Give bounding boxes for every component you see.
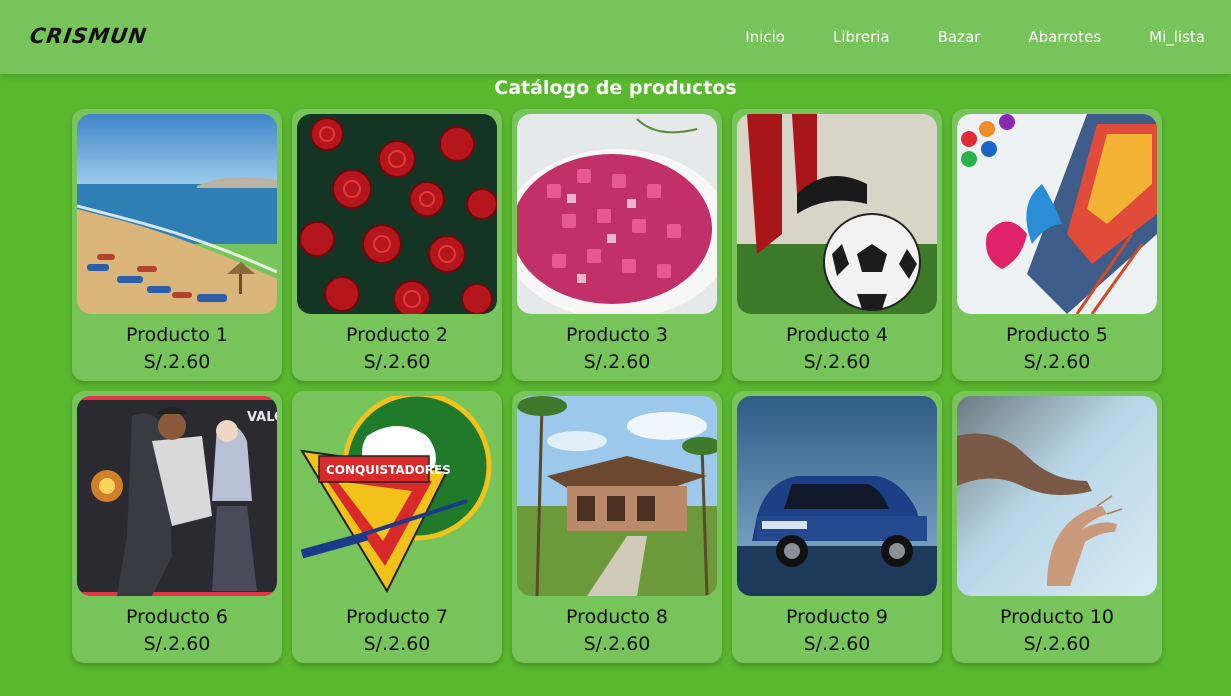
product-price: S/.2.60 — [143, 633, 211, 655]
product-name: Producto 7 — [346, 606, 448, 628]
nav-link-bazar[interactable]: Bazar — [938, 28, 981, 46]
product-card[interactable]: CONQUISTADORES Producto 7 S/.2.60 — [292, 391, 502, 663]
product-card[interactable]: Producto 1 S/.2.60 — [72, 109, 282, 381]
svg-text:CONQUISTADORES: CONQUISTADORES — [326, 463, 451, 477]
product-price: S/.2.60 — [1023, 633, 1091, 655]
nav-links: Inicio Libreria Bazar Abarrotes Mi_lista — [697, 28, 1205, 46]
product-image-beach[interactable] — [77, 114, 277, 314]
product-name: Producto 5 — [1006, 324, 1108, 346]
product-price: S/.2.60 — [143, 351, 211, 373]
product-name: Producto 3 — [566, 324, 668, 346]
product-name: Producto 4 — [786, 324, 888, 346]
svg-text:VALO: VALO — [247, 410, 277, 425]
product-price: S/.2.60 — [363, 351, 431, 373]
product-price: S/.2.60 — [803, 351, 871, 373]
product-name: Producto 8 — [566, 606, 668, 628]
product-grid: Producto 1 S/.2.60 Producto 2 S/.2.60 Pr… — [72, 109, 1162, 663]
product-name: Producto 2 — [346, 324, 448, 346]
nav-link-libreria[interactable]: Libreria — [833, 28, 890, 46]
product-card[interactable]: Producto 9 S/.2.60 — [732, 391, 942, 663]
nav-link-inicio[interactable]: Inicio — [745, 28, 785, 46]
nav-link-mi-lista[interactable]: Mi_lista — [1149, 28, 1205, 46]
product-image-house[interactable] — [517, 396, 717, 596]
product-card[interactable]: Producto 4 S/.2.60 — [732, 109, 942, 381]
product-image-soccer[interactable] — [737, 114, 937, 314]
product-card[interactable]: Producto 3 S/.2.60 — [512, 109, 722, 381]
product-price: S/.2.60 — [583, 633, 651, 655]
product-price: S/.2.60 — [1023, 351, 1091, 373]
product-name: Producto 9 — [786, 606, 888, 628]
product-image-roses[interactable] — [297, 114, 497, 314]
product-card[interactable]: Producto 8 S/.2.60 — [512, 391, 722, 663]
product-image-hands[interactable] — [957, 396, 1157, 596]
product-price: S/.2.60 — [363, 633, 431, 655]
product-card[interactable]: Producto 10 S/.2.60 — [952, 391, 1162, 663]
product-name: Producto 6 — [126, 606, 228, 628]
product-price: S/.2.60 — [803, 633, 871, 655]
product-image-watercolor[interactable] — [957, 114, 1157, 314]
navbar: CRISMUN Inicio Libreria Bazar Abarrotes … — [0, 0, 1231, 74]
product-image-suv[interactable] — [737, 396, 937, 596]
nav-link-abarrotes[interactable]: Abarrotes — [1028, 28, 1101, 46]
product-name: Producto 1 — [126, 324, 228, 346]
product-card[interactable]: Producto 2 S/.2.60 — [292, 109, 502, 381]
product-name: Producto 10 — [1000, 606, 1114, 628]
product-image-conquistadores-logo[interactable]: CONQUISTADORES — [297, 396, 497, 596]
product-price: S/.2.60 — [583, 351, 651, 373]
page-title: Catálogo de productos — [494, 77, 737, 99]
product-card[interactable]: VALO Producto 6 S/.2.60 — [72, 391, 282, 663]
product-image-game-characters[interactable]: VALO — [77, 396, 277, 596]
product-image-beet-salad[interactable] — [517, 114, 717, 314]
brand-logo[interactable]: CRISMUN — [28, 24, 148, 48]
product-card[interactable]: Producto 5 S/.2.60 — [952, 109, 1162, 381]
